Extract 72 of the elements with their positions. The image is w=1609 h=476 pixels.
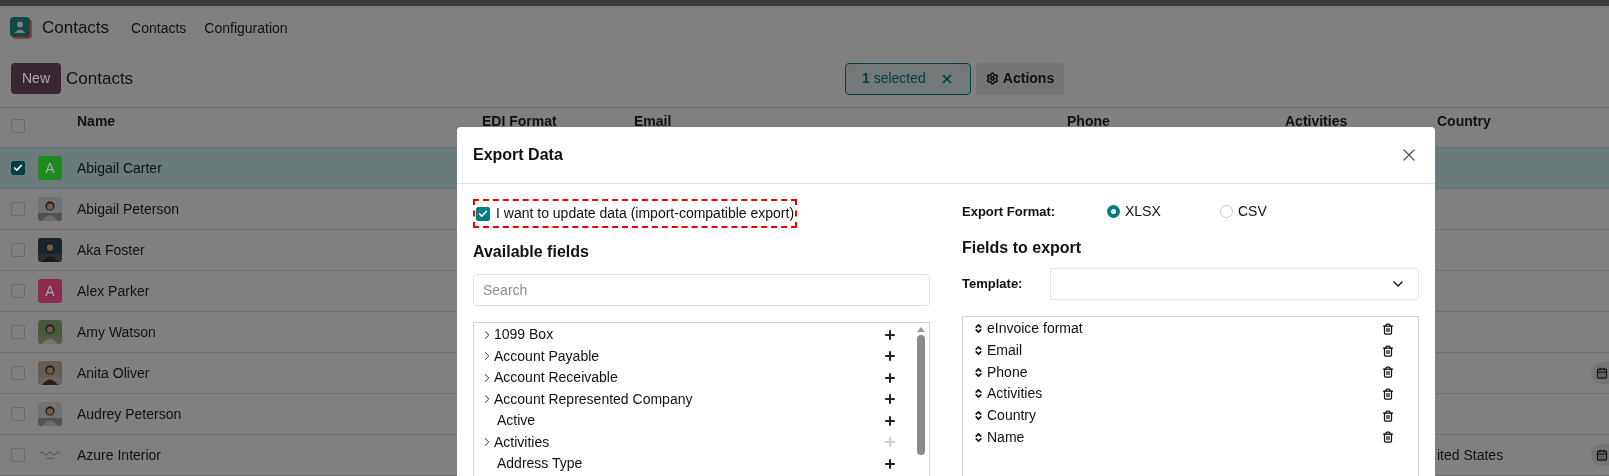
field-item[interactable]: Account Receivable xyxy=(494,367,883,389)
dialog-title: Export Data xyxy=(473,145,563,165)
drag-handle-icon[interactable] xyxy=(973,345,984,357)
table-cell-text: Alex Parker xyxy=(77,281,151,301)
logo-icon xyxy=(39,450,61,460)
table-cell-text: Audrey Peterson xyxy=(77,404,183,424)
radio-option[interactable]: XLSX xyxy=(1107,201,1220,222)
radio-option[interactable]: CSV xyxy=(1220,201,1333,222)
field-item[interactable]: eInvoice format xyxy=(987,318,1382,340)
field-item[interactable]: Email xyxy=(987,340,1382,362)
delete-icon[interactable] xyxy=(1382,344,1394,357)
add-icon[interactable] xyxy=(883,327,897,342)
field-item[interactable]: Active xyxy=(494,410,883,432)
new-button[interactable]: New xyxy=(11,63,61,94)
field-item[interactable]: Account Represented Company xyxy=(494,388,883,410)
field-item[interactable]: Activities xyxy=(987,383,1382,405)
field-label: Export Format: xyxy=(962,202,1057,221)
column-header[interactable]: Email xyxy=(634,113,1067,129)
section-title: Fields to export xyxy=(962,238,1083,258)
field-item[interactable]: Account Payable xyxy=(494,345,883,367)
table-cell-text: Amy Watson xyxy=(77,322,157,342)
activity-icon[interactable] xyxy=(1591,444,1609,466)
checkbox-label[interactable]: I want to update data (import-compatible export) xyxy=(496,203,795,224)
add-icon[interactable] xyxy=(883,370,897,385)
table-cell-text: Abigail Peterson xyxy=(77,199,180,219)
table-cell-text: Azure Interior xyxy=(77,445,163,465)
delete-icon[interactable] xyxy=(1382,366,1394,379)
field-item[interactable]: Name xyxy=(987,426,1382,448)
avatar: A xyxy=(38,156,62,180)
avatar: A xyxy=(38,279,62,303)
field-item[interactable]: Country xyxy=(987,405,1382,427)
radio-button[interactable] xyxy=(1107,205,1120,218)
app-title[interactable]: Contacts xyxy=(42,15,110,41)
breadcrumb: Contacts xyxy=(66,67,134,90)
drag-handle-icon[interactable] xyxy=(973,431,984,443)
menu-item[interactable]: Configuration xyxy=(204,17,288,39)
field-label: Template: xyxy=(962,275,1024,294)
table-cell-text: Anita Oliver xyxy=(77,363,151,383)
column-header[interactable]: Phone xyxy=(1067,113,1285,129)
delete-icon[interactable] xyxy=(1382,431,1394,444)
add-icon[interactable] xyxy=(883,413,897,428)
search-field[interactable]: Search xyxy=(473,274,930,306)
checkbox[interactable] xyxy=(476,206,490,221)
activity-icon[interactable] xyxy=(1591,362,1609,384)
drag-handle-icon[interactable] xyxy=(973,323,984,335)
delete-icon[interactable] xyxy=(1382,409,1394,422)
column-header[interactable]: Name xyxy=(77,113,482,129)
drag-handle-icon[interactable] xyxy=(973,388,984,400)
add-icon[interactable] xyxy=(883,392,897,407)
column-header[interactable]: EDI Format xyxy=(482,113,634,129)
table-cell-text: ited States xyxy=(1437,445,1504,465)
delete-icon[interactable] xyxy=(1382,322,1394,335)
section-title: Available fields xyxy=(473,242,590,262)
column-header[interactable]: Activities xyxy=(1285,113,1419,129)
actions-button[interactable]: Actions xyxy=(975,62,1065,95)
delete-icon[interactable] xyxy=(1382,387,1394,400)
table-cell-text: Abigail Carter xyxy=(77,158,163,178)
drag-handle-icon[interactable] xyxy=(973,366,984,378)
menu-item[interactable]: Contacts xyxy=(131,17,187,39)
field-item[interactable]: 1099 Box xyxy=(494,324,883,346)
column-header[interactable]: Country xyxy=(1419,113,1609,129)
gear-icon xyxy=(985,72,999,85)
selection-count: 1 selected xyxy=(862,69,926,88)
checkbox[interactable] xyxy=(11,161,25,175)
app-logo-icon[interactable] xyxy=(10,17,32,39)
field-item[interactable]: Phone xyxy=(987,361,1382,383)
add-icon[interactable] xyxy=(883,349,897,364)
scrollbar[interactable] xyxy=(916,327,926,455)
drag-handle-icon[interactable] xyxy=(973,410,984,422)
field-item[interactable]: Address Type xyxy=(494,453,883,475)
add-icon[interactable] xyxy=(883,456,897,471)
import-compatible-option[interactable]: I want to update data (import-compatible export) xyxy=(473,199,798,228)
